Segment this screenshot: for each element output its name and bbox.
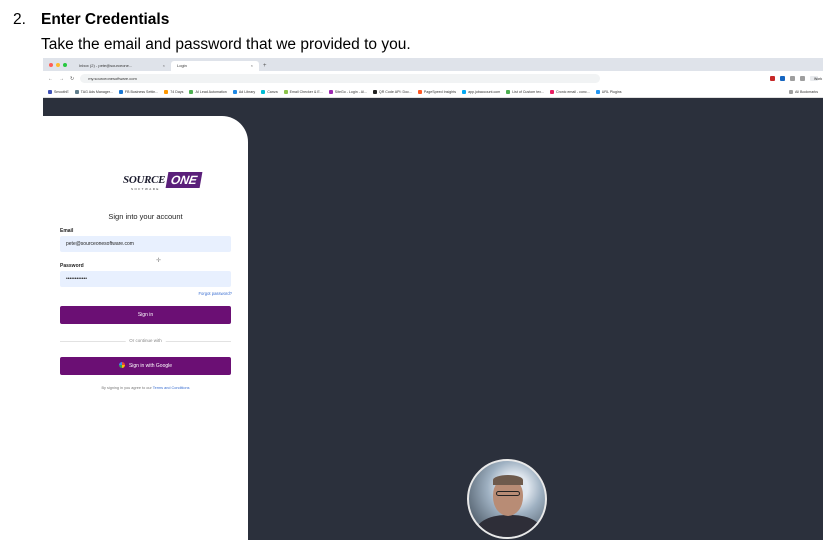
tab-label: Login <box>177 63 187 68</box>
google-button-label: Sign in with Google <box>128 363 173 369</box>
email-field[interactable]: pete@sourceonesoftware.com <box>60 236 231 252</box>
minimize-window-icon[interactable] <box>56 62 60 67</box>
extension-icon[interactable] <box>770 76 775 81</box>
password-label: Password <box>60 263 84 269</box>
close-tab-icon[interactable]: × <box>251 61 253 71</box>
terms-text: By signing in you agree to our <box>101 386 152 390</box>
url-input[interactable]: my.sourceonesoftware.com <box>80 74 601 83</box>
bookmark-item[interactable]: 74 Days <box>164 89 183 94</box>
new-tab-icon[interactable]: + <box>259 61 271 71</box>
source-one-logo: SOURCE ONE <box>123 172 203 188</box>
bookmarks-bar: SmoothE TAG Ads Manager... FB Business S… <box>43 86 823 98</box>
bookmark-item[interactable]: SmoothE <box>48 89 69 94</box>
email-label: Email <box>60 228 74 234</box>
bookmark-item[interactable]: app.jobaccount.com <box>462 89 500 94</box>
logo-subtitle: SOFTWARE <box>131 187 160 191</box>
sign-in-button[interactable]: Sign in <box>60 306 231 324</box>
logo-accent: ONE <box>165 172 203 188</box>
step-title: Enter Credentials <box>41 11 170 28</box>
browser-tab-bar: Inbox (2) - pete@sourceone... × Login × + <box>43 58 823 71</box>
bookmark-item[interactable]: AI Lead Automation <box>189 89 227 94</box>
reload-icon[interactable]: ↻ <box>70 76 74 82</box>
bookmark-item[interactable]: Ad Library <box>232 89 255 94</box>
address-bar-row: ← → ↻ my.sourceonesoftware.com Work <box>43 71 823 86</box>
toolbar-icons: Work <box>770 76 822 81</box>
step-number: 2. <box>13 11 26 28</box>
login-heading: Sign into your account <box>108 212 183 221</box>
bookmark-item[interactable]: Email Checker & E... <box>283 89 323 94</box>
login-card: SOURCE ONE SOFTWARE Sign into your accou… <box>43 116 248 540</box>
extension-icon[interactable] <box>790 76 795 81</box>
extension-icon[interactable] <box>780 76 785 81</box>
login-screenshot: Inbox (2) - pete@sourceone... × Login × + … <box>43 58 823 540</box>
bookmark-item[interactable]: URL Plugins <box>595 89 622 94</box>
bookmark-item[interactable]: TAG Ads Manager... <box>74 89 113 94</box>
mouse-cursor-icon: ✛ <box>156 258 162 264</box>
step-description: Take the email and password that we prov… <box>41 36 411 53</box>
bookmark-item[interactable]: PageSpeed Insights <box>417 89 456 94</box>
bookmark-item[interactable]: FB Business Settin... <box>118 89 158 94</box>
google-icon <box>118 362 125 368</box>
password-field[interactable]: •••••••••••• <box>60 271 231 287</box>
terms-notice: By signing in you agree to our Terms and… <box>43 386 248 390</box>
back-icon[interactable]: ← <box>48 76 53 82</box>
window-controls[interactable] <box>43 62 73 67</box>
extension-icon[interactable] <box>800 76 805 81</box>
all-bookmarks[interactable]: All Bookmarks <box>789 89 818 94</box>
tab-inbox[interactable]: Inbox (2) - pete@sourceone... × <box>73 61 171 71</box>
tab-label: Inbox (2) - pete@sourceone... <box>79 63 133 68</box>
forward-icon[interactable]: → <box>59 76 64 82</box>
bookmark-item[interactable]: List of Custom tex... <box>506 89 544 94</box>
divider-text: Or continue with <box>125 338 166 344</box>
webcam-overlay <box>467 459 547 539</box>
divider: Or continue with <box>60 338 231 344</box>
bookmark-item[interactable]: SiteGo - Login - Al... <box>328 89 367 94</box>
bookmark-item[interactable]: Canva <box>261 89 278 94</box>
close-window-icon[interactable] <box>49 62 53 67</box>
profile-button[interactable]: Work <box>810 76 822 81</box>
maximize-window-icon[interactable] <box>63 62 67 67</box>
terms-link[interactable]: Terms and Conditions <box>153 386 190 390</box>
step-heading: 2. Enter Credentials <box>13 10 169 29</box>
logo-text: SOURCE <box>123 174 166 186</box>
tab-login[interactable]: Login × <box>171 61 259 71</box>
forgot-password-link[interactable]: Forgot password? <box>198 291 232 296</box>
bookmark-item[interactable]: QR Code API: Doc... <box>372 89 412 94</box>
bookmark-item[interactable]: Cronic email - conc... <box>550 89 590 94</box>
close-tab-icon[interactable]: × <box>163 61 165 71</box>
google-sign-in-button[interactable]: Sign in with Google <box>60 357 231 375</box>
